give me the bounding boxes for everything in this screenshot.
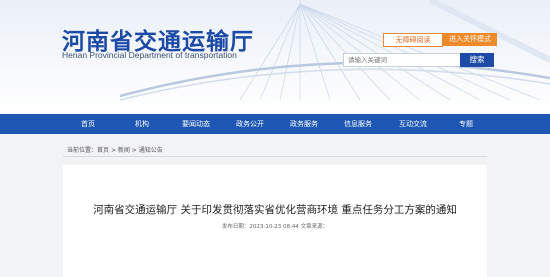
nav-item-home[interactable]: 首页 bbox=[81, 114, 95, 134]
search-button[interactable]: 搜索 bbox=[460, 53, 494, 67]
breadcrumb-separator: > bbox=[129, 147, 139, 154]
nav-item-organization[interactable]: 机构 bbox=[135, 114, 149, 134]
senior-care-mode-button[interactable]: 进入关怀模式 bbox=[443, 33, 497, 46]
nav-item-gov-affairs-open[interactable]: 政务公开 bbox=[236, 114, 264, 134]
site-subtitle: Henan Provincial Department of transport… bbox=[62, 50, 237, 60]
article-meta: 发布日期：2023-10-23 08:44 文章来源： bbox=[221, 224, 329, 230]
breadcrumb-notices-link[interactable]: 通知公告 bbox=[139, 147, 163, 154]
breadcrumb: 当前位置：首页 > 新闻 > 通知公告 bbox=[67, 145, 163, 154]
nav-item-info-services[interactable]: 信息服务 bbox=[344, 114, 372, 134]
site-header: 河南省交通运输厅 Henan Provincial Department of … bbox=[0, 0, 550, 114]
accessibility-reading-button[interactable]: 无障碍阅读 bbox=[383, 33, 443, 47]
article-card: 河南省交通运输厅 关于印发贯彻落实省优化营商环境 重点任务分工方案的通知 发布日… bbox=[63, 165, 487, 277]
nav-item-news[interactable]: 要闻动态 bbox=[182, 114, 210, 134]
main-nav-bar: 首页 机构 要闻动态 政务公开 政务服务 信息服务 互动交流 专题 bbox=[0, 114, 550, 134]
search-input[interactable] bbox=[343, 53, 465, 67]
breadcrumb-prefix: 当前位置： bbox=[67, 147, 98, 154]
breadcrumb-separator: > bbox=[109, 147, 118, 154]
breadcrumb-news-link[interactable]: 新闻 bbox=[118, 147, 130, 154]
nav-item-special-topics[interactable]: 专题 bbox=[459, 114, 473, 134]
breadcrumb-divider bbox=[63, 156, 487, 157]
nav-item-gov-services[interactable]: 政务服务 bbox=[290, 114, 318, 134]
breadcrumb-home-link[interactable]: 首页 bbox=[97, 147, 109, 154]
nav-item-interaction[interactable]: 互动交流 bbox=[399, 114, 427, 134]
article-title: 河南省交通运输厅 关于印发贯彻落实省优化营商环境 重点任务分工方案的通知 bbox=[93, 204, 457, 216]
